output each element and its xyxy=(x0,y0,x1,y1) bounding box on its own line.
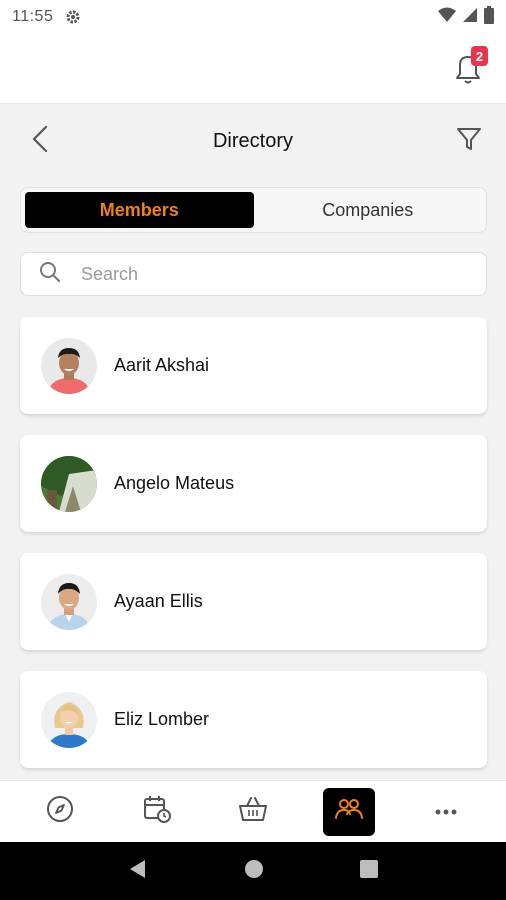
list-item[interactable]: Angelo Mateus xyxy=(20,435,487,532)
member-name: Angelo Mateus xyxy=(114,473,235,493)
wifi-icon xyxy=(438,7,456,28)
search-bar xyxy=(20,252,487,296)
more-icon xyxy=(434,803,458,821)
system-recents-button[interactable] xyxy=(359,859,379,884)
avatar xyxy=(41,691,97,748)
tab-companies[interactable]: Companies xyxy=(254,192,483,228)
page-header: Directory xyxy=(0,105,506,177)
avatar xyxy=(41,337,97,394)
system-home-button[interactable] xyxy=(244,859,264,884)
nav-directory[interactable] xyxy=(323,787,376,836)
member-list: Aarit Akshai Angelo Mateus Ayaan Ellis E… xyxy=(20,317,487,789)
nav-shop[interactable] xyxy=(227,788,279,836)
list-item[interactable]: Ayaan Ellis xyxy=(20,553,487,650)
tab-members[interactable]: Members xyxy=(25,192,254,228)
notifications-button[interactable]: 2 xyxy=(454,46,488,84)
basket-icon xyxy=(238,795,268,828)
avatar xyxy=(41,455,97,512)
calendar-clock-icon xyxy=(142,794,172,829)
top-app-bar: 2 xyxy=(0,34,506,104)
chevron-left-icon xyxy=(32,125,48,158)
signal-icon xyxy=(462,7,478,28)
notification-badge: 2 xyxy=(471,46,488,66)
back-button[interactable] xyxy=(24,123,56,159)
compass-icon xyxy=(46,795,74,828)
nav-more[interactable] xyxy=(420,788,472,836)
list-item[interactable]: Eliz Lomber xyxy=(20,671,487,768)
status-time: 11:55 xyxy=(12,8,54,25)
member-name: Ayaan Ellis xyxy=(114,591,203,611)
member-name: Eliz Lomber xyxy=(114,709,210,729)
people-icon xyxy=(334,796,364,827)
segment-control: Members Companies xyxy=(20,187,487,233)
filter-button[interactable] xyxy=(454,125,484,157)
gear-icon xyxy=(65,9,81,25)
search-input[interactable] xyxy=(81,263,441,285)
avatar xyxy=(41,573,97,630)
filter-icon xyxy=(456,126,482,157)
member-name: Aarit Akshai xyxy=(114,355,210,375)
nav-bookings[interactable] xyxy=(131,788,183,836)
nav-explore[interactable] xyxy=(34,788,86,836)
system-back-button[interactable] xyxy=(127,858,149,885)
system-navigation xyxy=(0,842,506,900)
battery-icon xyxy=(484,5,494,29)
page-title: Directory xyxy=(212,129,293,152)
bottom-navigation xyxy=(0,780,506,842)
list-item[interactable]: Aarit Akshai xyxy=(20,317,487,414)
search-icon xyxy=(39,261,61,288)
status-bar: 11:55 xyxy=(0,0,506,34)
